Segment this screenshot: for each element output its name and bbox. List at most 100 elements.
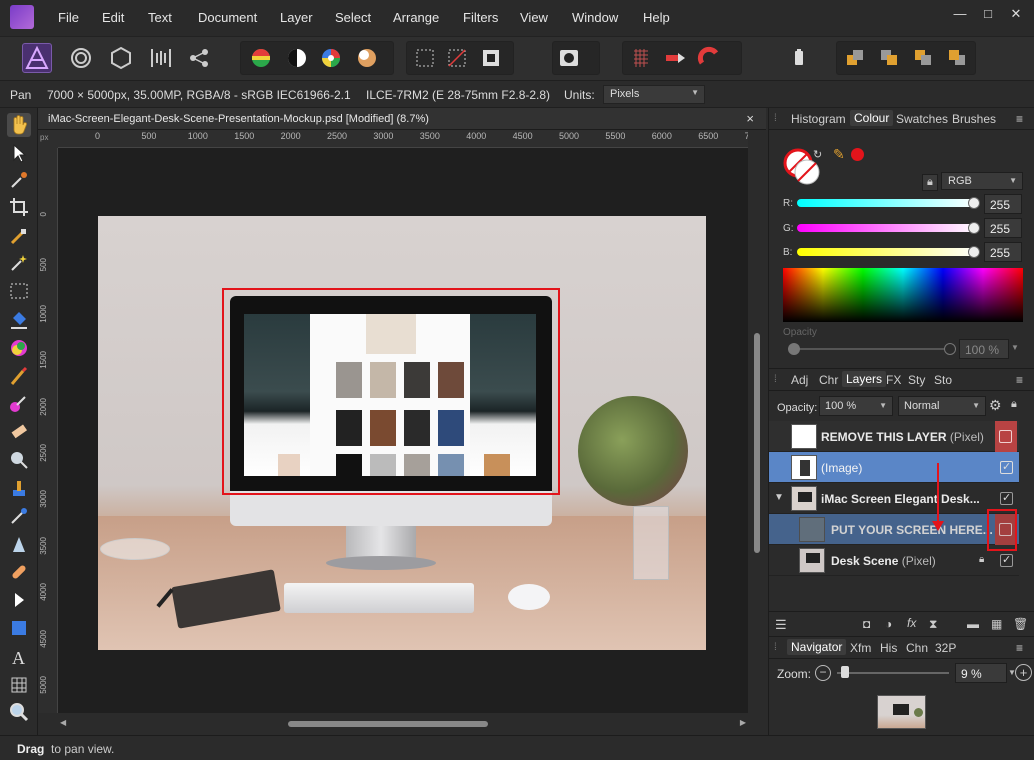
- units-dropdown[interactable]: Pixels ▼: [603, 85, 705, 104]
- move-tool-icon[interactable]: [7, 141, 31, 165]
- menu-help[interactable]: Help: [643, 10, 670, 25]
- tab-layers[interactable]: Layers: [842, 371, 887, 387]
- panel-grip-icon[interactable]: ⁞: [774, 374, 777, 385]
- layer-row[interactable]: REMOVE THIS LAYER (Pixel): [769, 421, 1019, 452]
- gear-icon[interactable]: ⚙: [989, 397, 1002, 414]
- tab-adjustments[interactable]: Adj: [791, 373, 808, 387]
- tab-history[interactable]: His: [880, 641, 897, 655]
- flood-select-tool-icon[interactable]: [7, 251, 31, 275]
- chevron-down-icon[interactable]: ▼: [1011, 343, 1019, 352]
- layer-row[interactable]: (Image): [769, 452, 1019, 483]
- menu-layer[interactable]: Layer: [280, 10, 313, 25]
- blend-mode-dropdown[interactable]: Normal ▼: [898, 396, 986, 416]
- add-pixel-layer-icon[interactable]: ▦: [991, 617, 1002, 631]
- move-back-one-icon[interactable]: [874, 43, 904, 73]
- menu-arrange[interactable]: Arrange: [393, 10, 439, 25]
- panel-menu-icon[interactable]: ≡: [1016, 112, 1023, 126]
- current-color-swatch[interactable]: [851, 148, 864, 161]
- flood-fill-tool-icon[interactable]: [7, 308, 31, 332]
- layer-stack-icon[interactable]: ☰: [775, 617, 787, 633]
- visibility-checkbox[interactable]: [1000, 553, 1013, 567]
- tab-character[interactable]: Chr: [819, 373, 838, 387]
- rectangular-marquee-tool-icon[interactable]: [7, 279, 31, 303]
- panel-menu-icon[interactable]: ≡: [1016, 641, 1023, 655]
- navigator-preview[interactable]: [877, 695, 926, 729]
- zoom-tool-icon[interactable]: [7, 700, 31, 724]
- tab-navigator[interactable]: Navigator: [787, 639, 847, 655]
- visibility-checkbox[interactable]: [1000, 491, 1013, 505]
- mask-layer-icon[interactable]: ◘: [863, 617, 870, 631]
- horizontal-scroll-thumb[interactable]: [288, 721, 488, 727]
- move-arrow-icon[interactable]: [660, 43, 690, 73]
- tab-swatches[interactable]: Swatches: [896, 112, 948, 126]
- panel-grip-icon[interactable]: ⁞: [774, 642, 777, 653]
- b-value-input[interactable]: 255: [984, 242, 1022, 262]
- close-window-icon[interactable]: ✕: [1006, 6, 1026, 26]
- scroll-right-icon[interactable]: ▶: [740, 718, 746, 727]
- visibility-checkbox[interactable]: [1000, 460, 1013, 474]
- b-slider-thumb[interactable]: [968, 246, 980, 258]
- add-group-icon[interactable]: ▬: [967, 617, 979, 631]
- g-slider[interactable]: [797, 224, 977, 232]
- gradient-tool-icon[interactable]: [7, 336, 31, 360]
- brightness-contrast-icon[interactable]: [282, 43, 312, 73]
- tab-histogram[interactable]: Histogram: [791, 112, 846, 126]
- paint-brush-tool-icon[interactable]: [7, 364, 31, 388]
- canvas[interactable]: [58, 148, 748, 713]
- opacity-value[interactable]: 100 %: [959, 339, 1009, 359]
- layers-scrollbar[interactable]: [1023, 421, 1033, 581]
- vertical-scroll-thumb[interactable]: [754, 333, 760, 553]
- hsl-icon[interactable]: [316, 43, 346, 73]
- node-tool-icon[interactable]: [7, 588, 31, 612]
- photo-persona-icon[interactable]: [22, 43, 52, 73]
- tab-brushes[interactable]: Brushes: [952, 112, 996, 126]
- minimize-icon[interactable]: —: [950, 6, 970, 26]
- zoom-slider-thumb[interactable]: [841, 666, 849, 678]
- layer-row[interactable]: Desk Scene (Pixel) 🔒︎: [769, 545, 1019, 576]
- tone-mapping-persona-icon[interactable]: [146, 43, 176, 73]
- zoom-value-input[interactable]: 9 %: [955, 663, 1007, 683]
- menu-window[interactable]: Window: [572, 10, 618, 25]
- layer-row[interactable]: PUT YOUR SCREEN HERE...: [769, 514, 1019, 545]
- horizontal-scrollbar[interactable]: ◀ ▶: [58, 716, 748, 732]
- opacity-slider[interactable]: [789, 348, 951, 350]
- develop-persona-icon[interactable]: [106, 43, 136, 73]
- panel-menu-icon[interactable]: ≡: [1016, 373, 1023, 387]
- tab-32p[interactable]: 32P: [935, 641, 956, 655]
- r-slider[interactable]: [797, 199, 977, 207]
- dodge-brush-tool-icon[interactable]: [7, 448, 31, 472]
- white-balance-icon[interactable]: [352, 43, 382, 73]
- filter-layer-icon[interactable]: ⧗: [929, 617, 937, 632]
- menu-text[interactable]: Text: [148, 10, 172, 25]
- r-slider-thumb[interactable]: [968, 197, 980, 209]
- layer-lock-icon[interactable]: 🔒︎: [979, 554, 984, 565]
- artistic-text-tool-icon[interactable]: A: [7, 645, 31, 669]
- delete-layer-icon[interactable]: 🗑︎: [1013, 617, 1028, 631]
- sharpen-brush-tool-icon[interactable]: [7, 533, 31, 557]
- grid-snap-icon[interactable]: [626, 43, 656, 73]
- menu-edit[interactable]: Edit: [102, 10, 124, 25]
- live-filter-icon[interactable]: fx: [907, 616, 916, 630]
- zoom-in-icon[interactable]: +: [1015, 664, 1032, 681]
- g-value-input[interactable]: 255: [984, 218, 1022, 238]
- b-slider[interactable]: [797, 248, 977, 256]
- maximize-icon[interactable]: □: [978, 6, 998, 26]
- crop-tool-icon[interactable]: [7, 195, 31, 219]
- selection-brush-tool-icon[interactable]: [7, 224, 31, 248]
- move-to-front-icon[interactable]: [942, 43, 972, 73]
- quick-mask-icon[interactable]: [554, 43, 584, 73]
- layer-opacity-dropdown[interactable]: 100 % ▼: [819, 396, 893, 416]
- color-picker-tool-icon[interactable]: [7, 168, 31, 192]
- layer-row[interactable]: ▼ iMac Screen Elegant Desk...: [769, 483, 1019, 514]
- scroll-left-icon[interactable]: ◀: [60, 718, 66, 727]
- lock-icon[interactable]: 🔒︎: [922, 174, 938, 191]
- adjustment-layer-icon[interactable]: ◑: [885, 617, 892, 631]
- lock-layer-icon[interactable]: 🔒︎: [1011, 398, 1017, 411]
- expand-group-icon[interactable]: ▼: [774, 492, 784, 503]
- menu-filters[interactable]: Filters: [463, 10, 498, 25]
- color-replacement-tool-icon[interactable]: [7, 392, 31, 416]
- select-all-icon[interactable]: [410, 43, 440, 73]
- mesh-warp-tool-icon[interactable]: [7, 673, 31, 697]
- liquify-persona-icon[interactable]: [66, 43, 96, 73]
- close-document-icon[interactable]: ×: [746, 111, 754, 126]
